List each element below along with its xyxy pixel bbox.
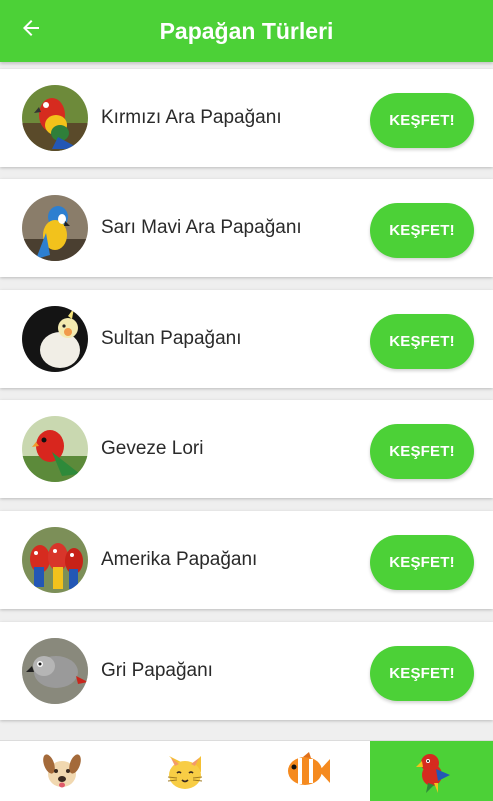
parrot-avatar [22,306,88,372]
parrot-avatar [22,85,88,151]
back-button[interactable] [16,13,46,43]
nav-item-dog[interactable] [0,741,123,801]
app-bar: Papağan Türleri [0,0,493,62]
list-item: Amerika Papağanı KEŞFET! [0,511,493,609]
arrow-left-icon [23,20,39,36]
list-item: Gri Papağanı KEŞFET! [0,622,493,720]
parrot-name: Geveze Lori [101,438,204,459]
explore-button[interactable]: KEŞFET! [370,646,474,701]
parrot-avatar [22,638,88,704]
nav-item-parrot[interactable] [369,741,493,801]
parrot-avatar [22,527,88,593]
dog-icon [42,754,81,788]
explore-button[interactable]: KEŞFET! [370,203,474,258]
cat-icon [167,756,202,789]
parrot-avatar [22,416,88,482]
explore-button[interactable]: KEŞFET! [370,535,474,590]
list-item: Sarı Mavi Ara Papağanı KEŞFET! [0,179,493,277]
nav-item-cat[interactable] [123,741,246,801]
explore-button[interactable]: KEŞFET! [370,424,474,479]
bottom-navigation [0,740,493,801]
page-title: Papağan Türleri [159,17,334,44]
parrot-name: Gri Papağanı [101,660,213,681]
list-item: Kırmızı Ara Papağanı KEŞFET! [0,69,493,167]
explore-button[interactable]: KEŞFET! [370,314,474,369]
explore-button[interactable]: KEŞFET! [370,93,474,148]
parrot-icon [416,754,451,793]
list-item: Sultan Papağanı KEŞFET! [0,290,493,388]
parrot-avatar [22,195,88,261]
parrot-name: Kırmızı Ara Papağanı [101,107,282,128]
parrot-name: Sultan Papağanı [101,328,242,349]
fish-icon [288,752,331,785]
parrot-name: Amerika Papağanı [101,549,258,570]
list-item: Geveze Lori KEŞFET! [0,400,493,498]
nav-item-fish[interactable] [247,741,370,801]
parrot-name: Sarı Mavi Ara Papağanı [101,217,302,238]
